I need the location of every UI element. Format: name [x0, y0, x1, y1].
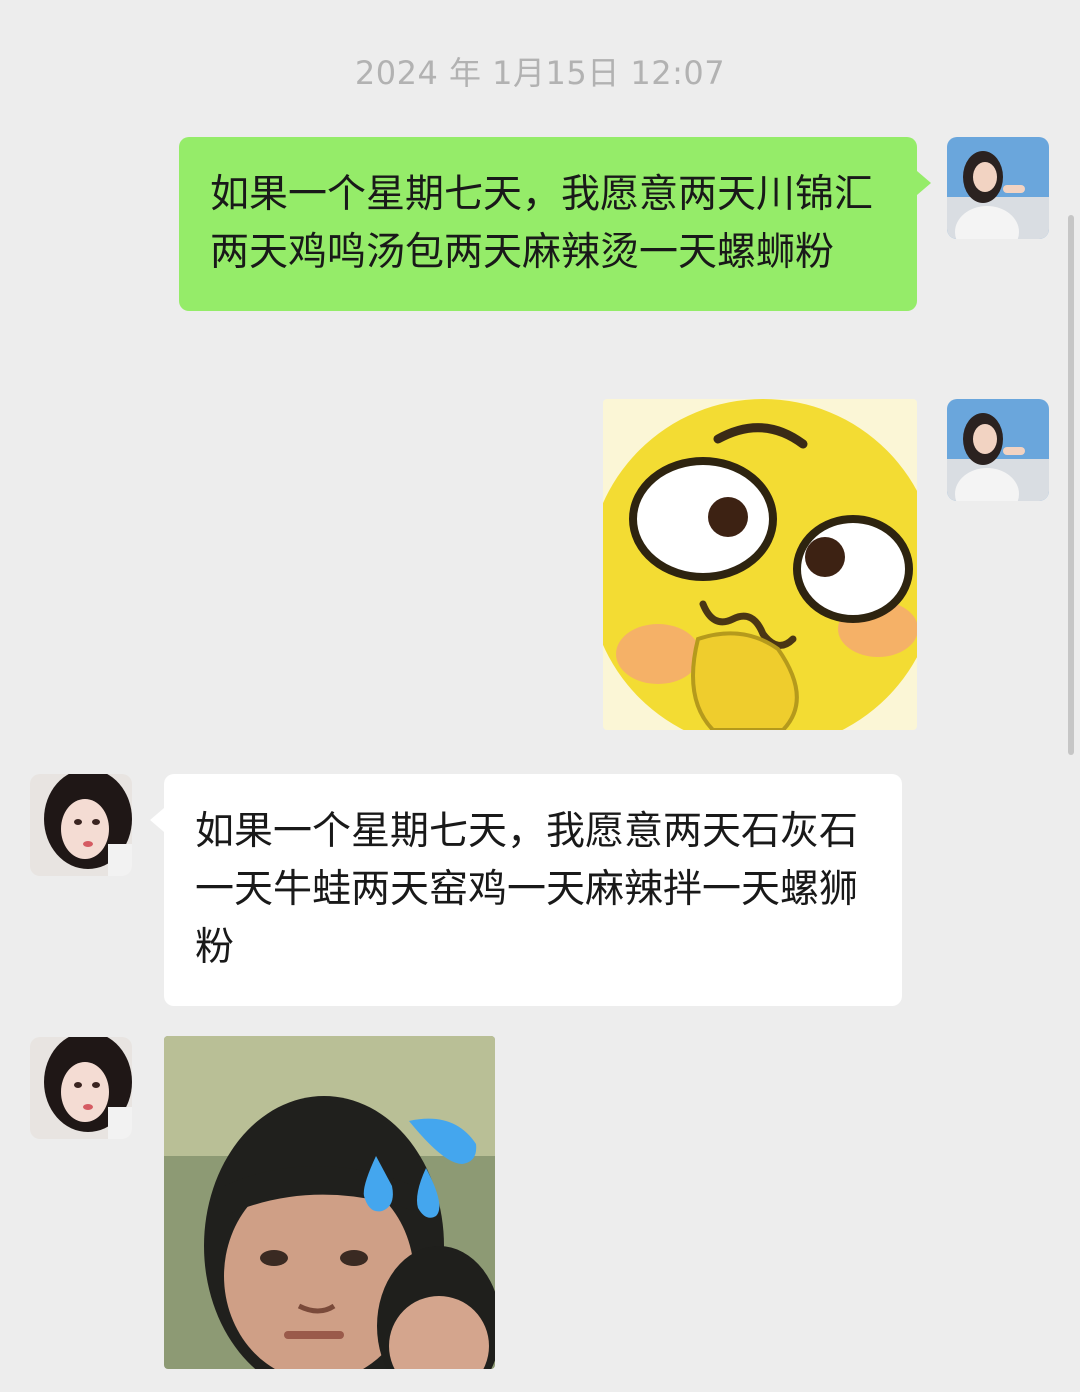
sweating-boy-sticker[interactable] — [164, 1036, 495, 1369]
chat-timestamp: 2024 年 1月15日 12:07 — [354, 54, 726, 92]
scrollbar[interactable] — [1068, 215, 1074, 755]
sent-message-bubble[interactable]: 如果一个星期七天，我愿意两天川锦汇两天鸡鸣汤包两天麻辣烫一天螺蛳粉 — [179, 137, 931, 311]
received-message-bubble[interactable]: 如果一个星期七天，我愿意两天石灰石一天牛蛙两天窑鸡一天麻辣拌一天螺狮粉 — [150, 774, 902, 1006]
contact-avatar[interactable] — [30, 1037, 132, 1139]
self-avatar[interactable] — [947, 137, 1049, 239]
shy-emoji-sticker[interactable] — [603, 399, 917, 730]
contact-avatar[interactable] — [30, 774, 132, 876]
self-avatar[interactable] — [947, 399, 1049, 501]
message-text: 如果一个星期七天，我愿意两天石灰石一天牛蛙两天窑鸡一天麻辣拌一天螺狮粉 — [195, 809, 859, 970]
message-text: 如果一个星期七天，我愿意两天川锦汇两天鸡鸣汤包两天麻辣烫一天螺蛳粉 — [210, 172, 874, 275]
